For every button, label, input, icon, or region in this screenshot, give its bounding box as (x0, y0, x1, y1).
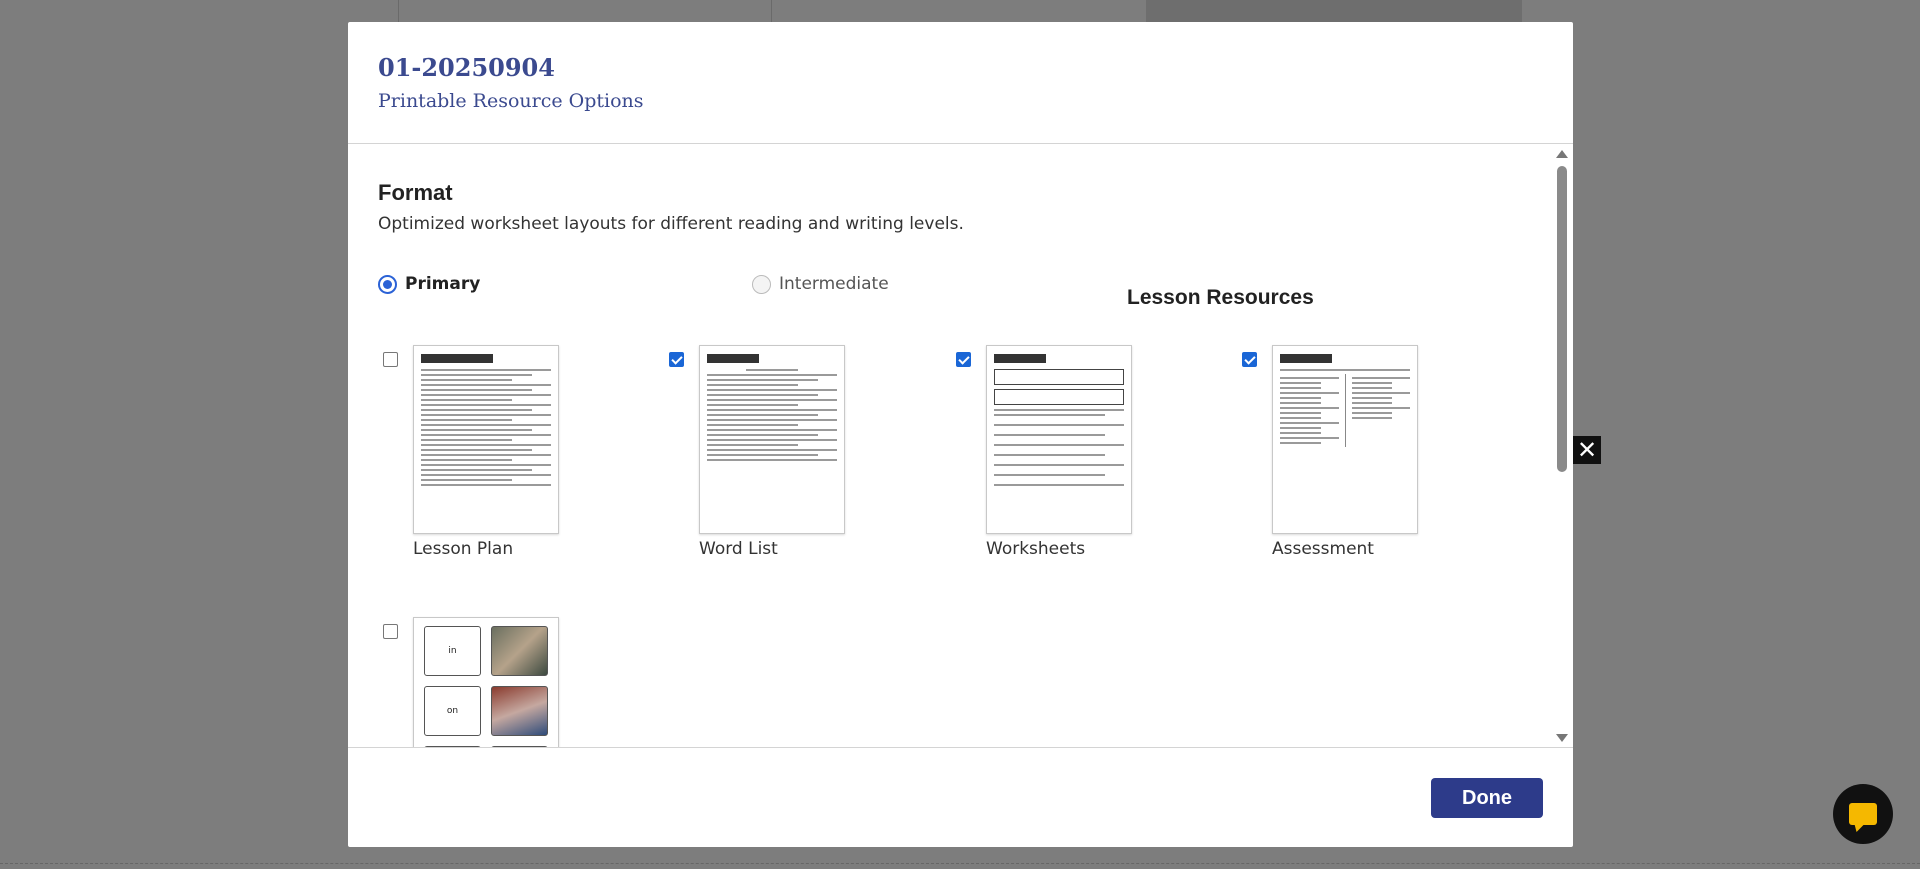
radio-label: Intermediate (779, 274, 889, 294)
radio-label: Primary (405, 274, 481, 294)
flashcard-word: on (424, 686, 481, 736)
lesson-plan-thumbnail[interactable] (413, 345, 559, 534)
chat-button[interactable] (1833, 784, 1893, 844)
modal-code: 01-20250904 (378, 53, 555, 82)
format-title: Format (378, 180, 453, 205)
assessment-label: Assessment (1272, 539, 1374, 559)
lesson-resources-title: Lesson Resources (1127, 286, 1314, 309)
background-divider (0, 863, 1920, 864)
format-description: Optimized worksheet layouts for differen… (378, 214, 964, 234)
lesson-plan-label: Lesson Plan (413, 539, 514, 559)
radio-unselected-icon[interactable] (752, 274, 771, 294)
resource-options-modal: 01-20250904 Printable Resource Options F… (348, 22, 1573, 847)
close-icon[interactable]: ✕ (1577, 438, 1597, 462)
assessment-thumbnail[interactable] (1272, 345, 1418, 534)
chat-icon[interactable] (1849, 803, 1877, 825)
worksheets-thumbnail[interactable] (986, 345, 1132, 534)
flashcards-checkbox[interactable] (383, 624, 398, 639)
assessment-checkbox[interactable] (1242, 352, 1257, 367)
flashcards-thumbnail[interactable]: in on (413, 617, 559, 747)
modal-body[interactable]: Format Optimized worksheet layouts for d… (348, 144, 1573, 748)
radio-intermediate[interactable]: Intermediate (752, 274, 889, 294)
worksheets-label: Worksheets (986, 539, 1086, 559)
close-button[interactable]: ✕ (1573, 436, 1601, 464)
scroll-down-arrow-icon[interactable] (1556, 734, 1568, 742)
scrollbar-thumb[interactable] (1557, 166, 1567, 472)
radio-selected-icon[interactable] (378, 274, 397, 294)
modal-scrollbar[interactable] (1554, 144, 1570, 747)
modal-header: 01-20250904 Printable Resource Options (348, 22, 1573, 144)
word-list-checkbox[interactable] (669, 352, 684, 367)
done-button[interactable]: Done (1431, 778, 1543, 818)
scroll-up-arrow-icon[interactable] (1556, 150, 1568, 158)
radio-primary[interactable]: Primary (378, 274, 480, 294)
flashcard-word: in (424, 626, 481, 676)
background-column (398, 0, 772, 22)
worksheets-checkbox[interactable] (956, 352, 971, 367)
word-list-thumbnail[interactable] (699, 345, 845, 534)
word-list-label: Word List (699, 539, 778, 559)
modal-footer: Done (348, 748, 1573, 847)
background-panel (1146, 0, 1522, 22)
flashcard-image (491, 626, 548, 676)
lesson-plan-checkbox[interactable] (383, 352, 398, 367)
flashcard-image (491, 686, 548, 736)
modal-subtitle: Printable Resource Options (378, 90, 644, 112)
